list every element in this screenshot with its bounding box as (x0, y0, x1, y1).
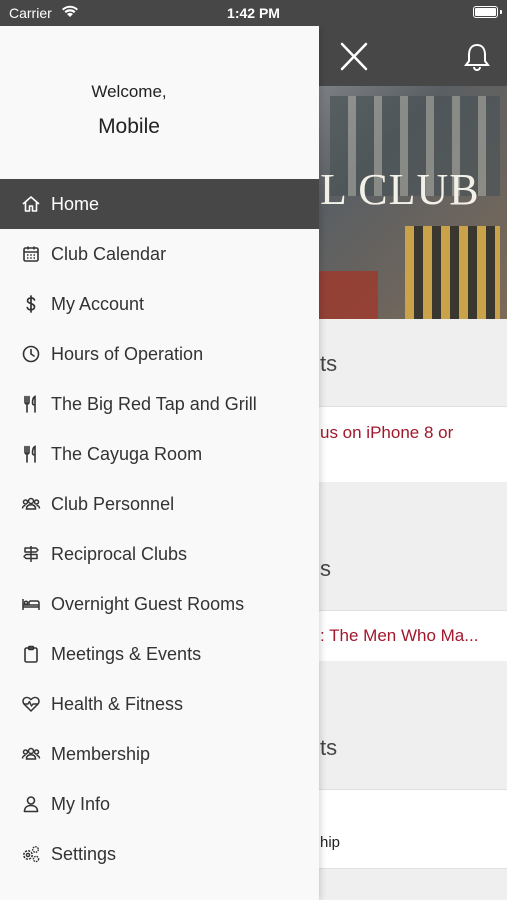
menu-item-club-calendar[interactable]: Club Calendar (0, 229, 319, 279)
menu-item-my-info[interactable]: My Info (0, 779, 319, 829)
signpost-icon (20, 543, 42, 565)
clipboard-icon (20, 643, 42, 665)
utensils-icon (20, 443, 42, 465)
menu-item-my-account[interactable]: My Account (0, 279, 319, 329)
status-bar: Carrier 1:42 PM (0, 0, 507, 26)
menu-item-label: Meetings & Events (51, 643, 202, 664)
calendar-icon (20, 243, 42, 265)
menu-item-cayuga-room[interactable]: The Cayuga Room (0, 429, 319, 479)
menu-item-label: My Account (51, 293, 145, 314)
bell-icon[interactable] (460, 40, 494, 74)
hero-building-columns (405, 226, 500, 319)
menu-item-label: The Big Red Tap and Grill (51, 393, 257, 414)
menu-item-health-fitness[interactable]: Health & Fitness (0, 679, 319, 729)
menu-item-label: Health & Fitness (51, 693, 184, 714)
menu-item-big-red-tap[interactable]: The Big Red Tap and Grill (0, 379, 319, 429)
menu-item-label: Settings (51, 843, 117, 864)
side-drawer: Welcome, Mobile Home Club Calendar My Ac… (0, 26, 319, 900)
close-icon[interactable] (336, 40, 372, 74)
menu-item-reciprocal-clubs[interactable]: Reciprocal Clubs (0, 529, 319, 579)
menu-item-label: Home (51, 193, 100, 214)
menu-item-label: Club Calendar (51, 243, 167, 264)
menu-item-label: Membership (51, 743, 151, 764)
menu-item-label: Hours of Operation (51, 343, 204, 364)
menu-item-label: Reciprocal Clubs (51, 543, 188, 564)
clock-icon (20, 343, 42, 365)
menu-item-label: My Info (51, 793, 111, 814)
hero-red-awning (318, 271, 378, 319)
user-icon (20, 793, 42, 815)
list-item-text: us on iPhone 8 or (320, 423, 454, 442)
hero-title: L CLUB (320, 165, 480, 214)
menu-item-label: Club Personnel (51, 493, 175, 514)
menu-item-home[interactable]: Home (0, 179, 319, 229)
welcome-label: Welcome, (91, 82, 167, 101)
list-item-text: hip (320, 834, 341, 851)
people-icon (20, 743, 42, 765)
menu-item-settings[interactable]: Settings (0, 829, 319, 879)
menu-item-hours-of-operation[interactable]: Hours of Operation (0, 329, 319, 379)
section-header-1-text: ts (320, 351, 338, 376)
home-icon (20, 193, 42, 215)
section-header-3-text: ts (320, 735, 338, 760)
menu-item-membership[interactable]: Membership (0, 729, 319, 779)
people-icon (20, 493, 42, 515)
drawer-menu: Home Club Calendar My Account Hours of O… (0, 179, 319, 879)
utensils-icon (20, 393, 42, 415)
menu-item-overnight-guest-rooms[interactable]: Overnight Guest Rooms (0, 579, 319, 629)
menu-item-meetings-events[interactable]: Meetings & Events (0, 629, 319, 679)
username-label: Mobile (98, 115, 160, 138)
list-item-text: : The Men Who Ma... (320, 626, 479, 645)
gears-icon (20, 843, 42, 865)
section-header-2-text: s (320, 556, 331, 581)
menu-item-label: The Cayuga Room (51, 443, 203, 464)
clock-time: 1:42 PM (227, 5, 280, 21)
menu-item-label: Overnight Guest Rooms (51, 593, 245, 614)
heartbeat-icon (20, 693, 42, 715)
dollar-icon (20, 293, 42, 315)
battery-icon (473, 6, 498, 18)
battery-tip (500, 10, 502, 14)
menu-item-club-personnel[interactable]: Club Personnel (0, 479, 319, 529)
bed-icon (20, 593, 42, 615)
